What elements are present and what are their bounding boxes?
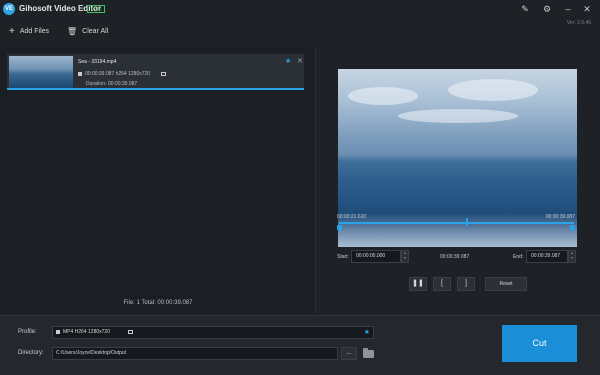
settings-icon[interactable]: ⚙ xyxy=(542,4,552,14)
mark-in-button[interactable]: [ xyxy=(433,277,451,291)
add-files-label: Add Files xyxy=(19,27,50,35)
preview-panel: 00:00:21.610 00:00:39.087 Start: 00:00:0… xyxy=(317,47,600,314)
current-time: 00:00:21.610 xyxy=(337,214,367,220)
profile-label: Profile: xyxy=(18,329,37,335)
toolbar: + Add Files 🗑 Clear All xyxy=(0,22,600,40)
remove-file-icon[interactable]: ✕ xyxy=(297,57,303,65)
star-icon[interactable]: ★ xyxy=(285,57,291,65)
directory-label: Directory: xyxy=(18,350,44,356)
file-list-panel: Sea - 33194.mp4 00:00:39.087 h264 1280x7… xyxy=(0,47,316,314)
close-icon[interactable]: ✕ xyxy=(582,4,592,14)
file-list-item[interactable]: Sea - 33194.mp4 00:00:39.087 h264 1280x7… xyxy=(7,54,304,90)
video-thumbnail xyxy=(9,56,73,88)
end-time-input[interactable]: 00:00:39.087 xyxy=(526,250,568,263)
reset-button[interactable]: Reset xyxy=(485,277,527,291)
trial-badge: TRIAL xyxy=(87,5,105,13)
open-folder-icon[interactable] xyxy=(362,347,375,360)
end-time-stepper[interactable]: ▲ ▼ xyxy=(568,250,576,263)
subtitle-icon xyxy=(161,72,167,76)
start-time-input[interactable]: 00:00:00.000 xyxy=(351,250,401,263)
subtitle-icon xyxy=(128,330,133,334)
mark-out-button[interactable]: ] xyxy=(457,277,475,291)
add-files-button[interactable]: + Add Files xyxy=(9,25,49,37)
file-summary: File: 1 Total: 00:00:39.087 xyxy=(123,300,193,306)
profile-select[interactable]: MP4 H264 1280x720 ★ xyxy=(52,326,374,339)
star-icon[interactable]: ★ xyxy=(364,327,370,338)
minimize-icon[interactable]: – xyxy=(563,4,573,14)
file-meta-text: 00:00:39.087 h264 1280x720 xyxy=(85,71,151,77)
duration-value: 00:00:39.087 xyxy=(108,81,138,87)
selection-duration: 00:00:39.087 xyxy=(440,254,470,260)
end-handle[interactable] xyxy=(570,225,575,231)
folder-body-shape xyxy=(363,350,374,358)
output-bar: Profile: MP4 H264 1280x720 ★ Directory: … xyxy=(0,315,600,375)
register-icon[interactable]: ✎ xyxy=(520,4,530,14)
clear-all-label: Clear All xyxy=(82,27,109,35)
clear-all-button[interactable]: 🗑 Clear All xyxy=(67,25,108,37)
title-bar: VE Gihosoft Video Editor TRIAL ✎ ⚙ – ✕ xyxy=(0,0,600,18)
pause-button[interactable]: ❚❚ xyxy=(409,277,427,291)
video-icon xyxy=(78,72,82,76)
browse-button[interactable]: ... xyxy=(341,347,357,360)
file-meta: 00:00:39.087 h264 1280x720 xyxy=(78,71,167,77)
playhead-marker[interactable] xyxy=(466,218,468,226)
profile-value: MP4 H264 1280x720 xyxy=(63,329,110,335)
duration-label: Duration: xyxy=(86,81,107,87)
sea-foam xyxy=(338,213,577,247)
cloud-shape xyxy=(448,79,538,101)
video-preview[interactable] xyxy=(338,69,577,247)
directory-input[interactable]: C:/Users/Joyce/Desktop/Output xyxy=(52,347,338,360)
trash-icon: 🗑 xyxy=(67,26,78,36)
timeline-track[interactable] xyxy=(339,222,574,224)
cloud-shape xyxy=(348,87,418,105)
start-handle[interactable] xyxy=(337,225,342,231)
plus-icon: + xyxy=(9,25,15,37)
end-label: End: xyxy=(513,254,524,260)
app-logo-icon: VE xyxy=(3,3,15,15)
video-icon xyxy=(56,330,60,334)
start-time-stepper[interactable]: ▲ ▼ xyxy=(401,250,409,263)
total-time: 00:00:39.087 xyxy=(545,214,575,220)
start-label: Start: xyxy=(337,254,349,260)
file-name: Sea - 33194.mp4 xyxy=(78,59,117,65)
cloud-shape xyxy=(398,109,518,123)
cut-button[interactable]: Cut xyxy=(502,325,577,362)
